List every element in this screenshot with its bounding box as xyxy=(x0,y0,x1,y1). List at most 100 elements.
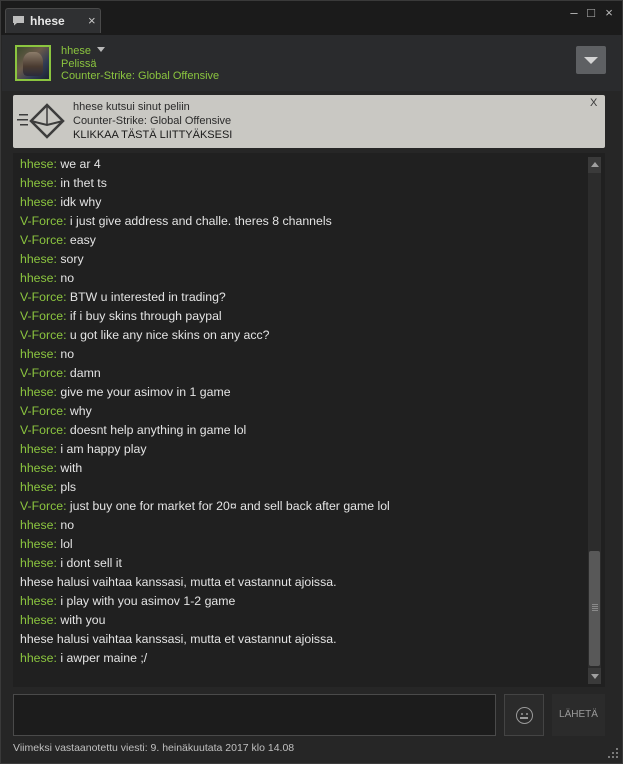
friend-game: Counter-Strike: Global Offensive xyxy=(61,70,220,82)
chat-message: hhese: pls xyxy=(20,478,76,497)
chat-message: V-Force: BTW u interested in trading? xyxy=(20,288,226,307)
message-sender: V-Force xyxy=(20,233,64,247)
message-sender: V-Force xyxy=(20,423,64,437)
chat-message: hhese: we ar 4 xyxy=(20,155,101,174)
message-text: sory xyxy=(60,252,84,266)
message-sender: V-Force xyxy=(20,366,64,380)
message-text: no xyxy=(60,347,75,361)
message-text: pls xyxy=(60,480,77,494)
chat-message: V-Force: doesnt help anything in game lo… xyxy=(20,421,246,440)
message-sender: hhese xyxy=(20,651,54,665)
message-separator: : xyxy=(63,214,70,228)
chat-scrollbar[interactable] xyxy=(588,157,601,684)
chat-message: hhese: no xyxy=(20,345,74,364)
chat-message: hhese: i awper maine ;/ xyxy=(20,649,147,668)
emoji-icon xyxy=(516,707,533,724)
message-text: idk why xyxy=(60,195,102,209)
message-sender: hhese xyxy=(20,613,54,627)
message-separator: : xyxy=(63,423,70,437)
game-invite-banner[interactable]: hhese kutsui sinut peliin Counter-Strike… xyxy=(13,95,605,148)
chat-message: hhese: with you xyxy=(20,611,105,630)
resize-grip-icon[interactable] xyxy=(607,747,619,759)
chat-message: V-Force: if i buy skins through paypal xyxy=(20,307,222,326)
join-game-link[interactable]: KLIKKAA TÄSTÄ LIITTYÄKSESI xyxy=(73,129,232,141)
avatar[interactable] xyxy=(15,45,51,81)
window-close-button[interactable]: × xyxy=(601,5,617,21)
emoticon-button[interactable] xyxy=(504,694,544,736)
title-bar: hhese × ‒ □ × xyxy=(1,1,622,35)
invite-text: hhese kutsui sinut peliin xyxy=(73,101,190,113)
friend-menu-caret-icon[interactable] xyxy=(97,47,105,52)
chat-message: hhese: no xyxy=(20,516,74,535)
message-text: just buy one for market for 20¤ and sell… xyxy=(69,499,390,513)
friend-status: Pelissä xyxy=(61,58,97,70)
avatar-figure xyxy=(23,52,43,76)
message-text: no xyxy=(60,518,75,532)
scroll-grip-icon xyxy=(592,604,598,612)
last-received-timestamp: Viimeksi vastaanotettu viesti: 9. heinäk… xyxy=(13,742,295,754)
friend-name[interactable]: hhese xyxy=(61,45,91,57)
invite-envelope-icon xyxy=(17,103,65,139)
chat-message: hhese: i dont sell it xyxy=(20,554,122,573)
chat-message: hhese: i play with you asimov 1-2 game xyxy=(20,592,235,611)
message-sender: hhese xyxy=(20,461,54,475)
chat-message: V-Force: u got like any nice skins on an… xyxy=(20,326,270,345)
message-sender: V-Force xyxy=(20,214,64,228)
scroll-thumb[interactable] xyxy=(589,551,600,666)
message-sender: hhese xyxy=(20,480,54,494)
emoji-eye xyxy=(521,713,523,715)
message-sender: hhese xyxy=(20,594,54,608)
message-text: we ar 4 xyxy=(60,157,101,171)
minimize-button[interactable]: ‒ xyxy=(566,5,582,21)
chat-message: hhese: sory xyxy=(20,250,84,269)
message-sender: hhese xyxy=(20,385,54,399)
scroll-up-button[interactable] xyxy=(588,157,601,173)
chat-message: V-Force: just buy one for market for 20¤… xyxy=(20,497,390,516)
chat-options-button[interactable] xyxy=(576,46,606,74)
message-sender: hhese xyxy=(20,157,54,171)
chat-message: V-Force: easy xyxy=(20,231,96,250)
chat-tab[interactable]: hhese × xyxy=(5,8,101,33)
message-sender: V-Force xyxy=(20,309,64,323)
message-text: why xyxy=(69,404,92,418)
message-text: if i buy skins through paypal xyxy=(69,309,222,323)
message-sender: hhese xyxy=(20,556,54,570)
message-sender: V-Force xyxy=(20,328,64,342)
message-separator: : xyxy=(63,499,70,513)
message-text: give me your asimov in 1 game xyxy=(60,385,231,399)
message-input[interactable] xyxy=(13,694,496,736)
chat-message: hhese: idk why xyxy=(20,193,101,212)
send-button[interactable]: LÄHETÄ xyxy=(552,694,605,736)
message-sender: hhese xyxy=(20,347,54,361)
invite-game: Counter-Strike: Global Offensive xyxy=(73,115,232,127)
invite-close-button[interactable]: X xyxy=(590,97,597,109)
chat-message: V-Force: why xyxy=(20,402,92,421)
friend-header: hhese Pelissä Counter-Strike: Global Off… xyxy=(2,35,621,91)
message-text: BTW u interested in trading? xyxy=(69,290,226,304)
dropdown-chevron-icon xyxy=(584,57,598,64)
chat-log[interactable]: hhese: we ar 4 hhese: in thet ts hhese: id… xyxy=(13,153,605,687)
maximize-button[interactable]: □ xyxy=(583,5,599,21)
chat-message: hhese: with xyxy=(20,459,82,478)
chat-bubble-icon xyxy=(13,16,24,26)
message-separator: : xyxy=(63,328,70,342)
chat-message: hhese: in thet ts xyxy=(20,174,107,193)
message-text: i awper maine ;/ xyxy=(60,651,148,665)
tab-label: hhese xyxy=(30,14,65,28)
system-message: hhese halusi vaihtaa kanssasi, mutta et … xyxy=(20,573,337,592)
emoji-eye xyxy=(526,713,528,715)
system-message: hhese halusi vaihtaa kanssasi, mutta et … xyxy=(20,630,337,649)
message-text: i just give address and challe. theres 8… xyxy=(69,214,332,228)
message-separator: : xyxy=(63,309,70,323)
chat-message: hhese: i am happy play xyxy=(20,440,147,459)
scroll-down-button[interactable] xyxy=(588,668,601,684)
chat-message: hhese: give me your asimov in 1 game xyxy=(20,383,231,402)
chat-message: hhese: no xyxy=(20,269,74,288)
tab-close-button[interactable]: × xyxy=(88,13,96,28)
message-text: u got like any nice skins on any acc? xyxy=(69,328,270,342)
message-separator: : xyxy=(63,233,70,247)
message-text: hhese halusi vaihtaa kanssasi, mutta et … xyxy=(20,575,337,589)
message-text: with xyxy=(60,461,83,475)
chat-message: hhese: lol xyxy=(20,535,73,554)
message-text: easy xyxy=(69,233,96,247)
